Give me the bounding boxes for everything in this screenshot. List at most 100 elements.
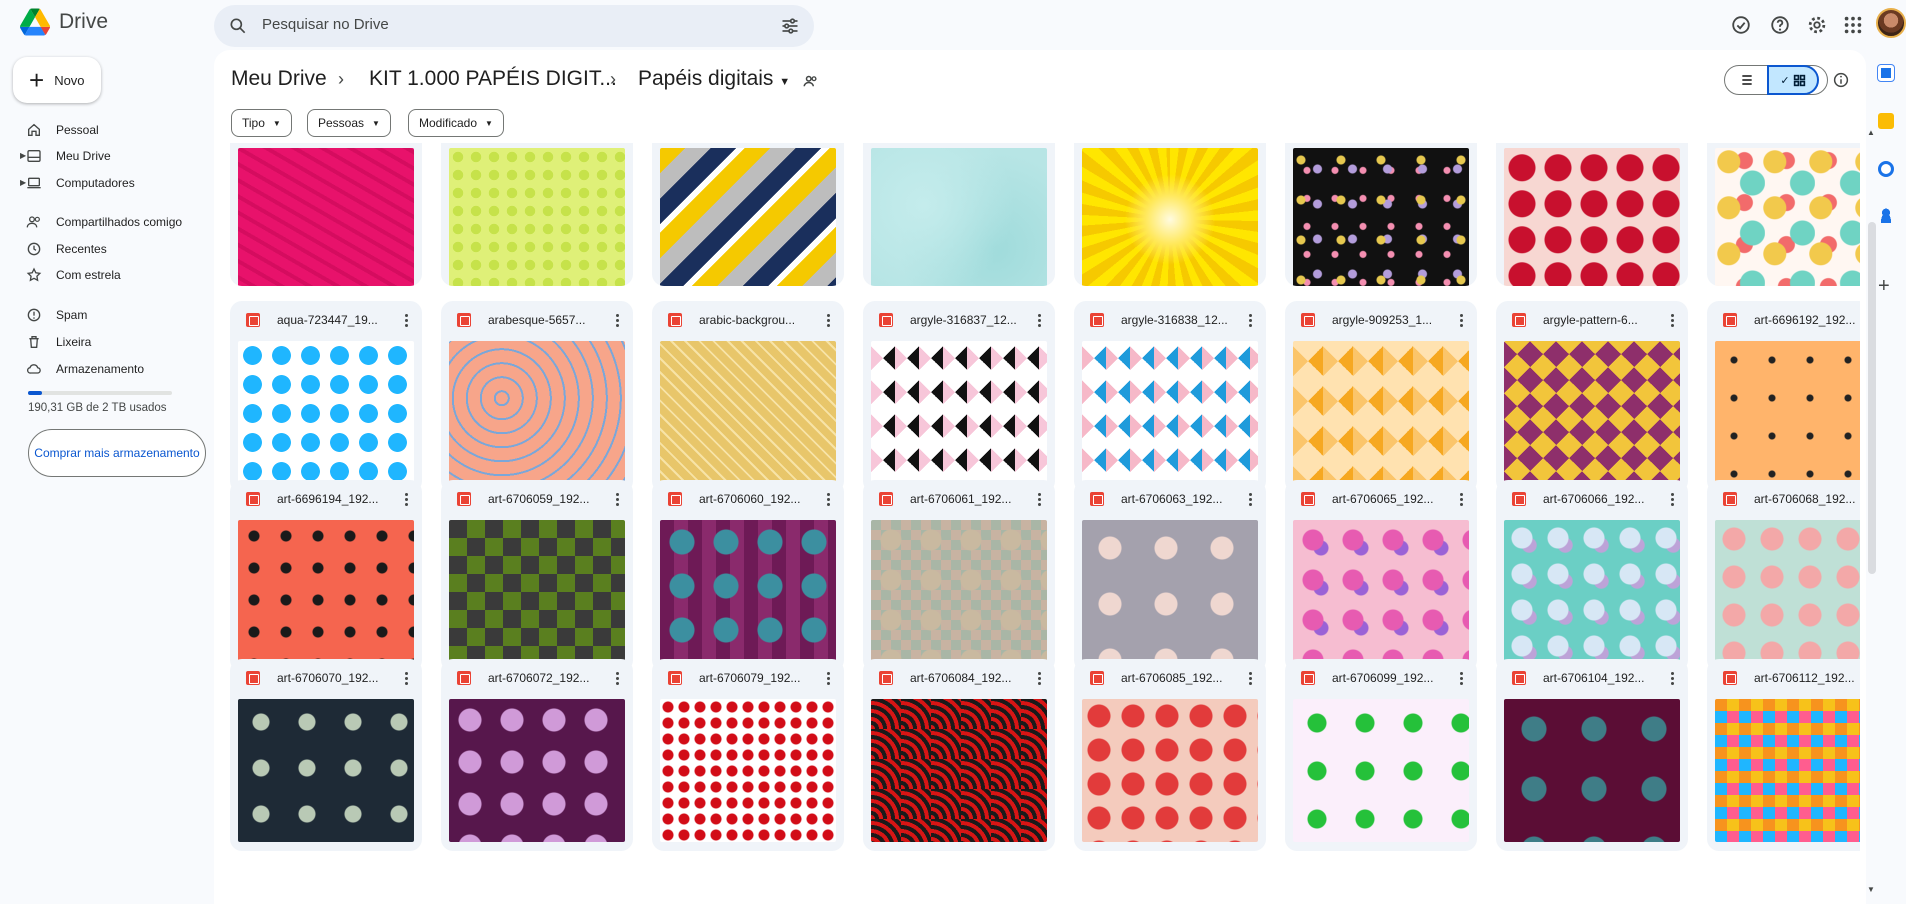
sidebar-item-pessoal[interactable]: Pessoal	[0, 117, 214, 143]
more-actions-icon[interactable]	[820, 309, 836, 331]
more-actions-icon[interactable]	[1453, 667, 1469, 689]
file-card[interactable]: art-6696194_192...	[230, 480, 422, 672]
file-thumbnail[interactable]	[238, 148, 414, 286]
more-actions-icon[interactable]	[1664, 488, 1680, 510]
file-name[interactable]: art-6706059_192...	[488, 492, 589, 506]
more-actions-icon[interactable]	[1031, 488, 1047, 510]
contacts-icon[interactable]	[1878, 207, 1894, 223]
scroll-up-icon[interactable]: ▲	[1867, 128, 1875, 137]
keep-icon[interactable]	[1878, 113, 1894, 129]
filter-chip-pessoas[interactable]: Pessoas ▼	[307, 109, 391, 137]
file-thumbnail[interactable]	[871, 341, 1047, 484]
file-name[interactable]: art-6706066_192...	[1543, 492, 1644, 506]
file-thumbnail[interactable]	[1293, 699, 1469, 842]
account-avatar[interactable]	[1876, 8, 1906, 38]
more-actions-icon[interactable]	[1242, 309, 1258, 331]
file-card[interactable]: argyle-316838_12...	[1074, 301, 1266, 493]
settings-gear-icon[interactable]	[1806, 14, 1828, 36]
file-card[interactable]	[1707, 143, 1860, 286]
file-thumbnail[interactable]	[449, 148, 625, 286]
file-thumbnail[interactable]	[1082, 699, 1258, 842]
file-card[interactable]: aqua-723447_19...	[230, 301, 422, 493]
info-icon[interactable]	[1832, 71, 1850, 89]
file-card[interactable]: art-6706112_192...	[1707, 659, 1860, 851]
more-actions-icon[interactable]	[820, 488, 836, 510]
tasks-icon[interactable]	[1878, 161, 1894, 177]
file-name[interactable]: art-6696192_192...	[1754, 313, 1855, 327]
breadcrumb-current[interactable]: Papéis digitais ▼	[638, 67, 790, 91]
file-thumbnail[interactable]	[1715, 520, 1860, 663]
buy-storage-button[interactable]: Comprar mais armazenamento	[28, 429, 206, 477]
file-card[interactable]: art-6706079_192...	[652, 659, 844, 851]
file-card[interactable]	[230, 143, 422, 286]
file-name[interactable]: art-6706099_192...	[1332, 671, 1433, 685]
file-name[interactable]: argyle-pattern-6...	[1543, 313, 1638, 327]
file-name[interactable]: aqua-723447_19...	[277, 313, 378, 327]
file-name[interactable]: art-6706070_192...	[277, 671, 378, 685]
scroll-down-icon[interactable]: ▼	[1867, 885, 1875, 894]
more-actions-icon[interactable]	[609, 667, 625, 689]
file-card[interactable]: art-6706072_192...	[441, 659, 633, 851]
more-actions-icon[interactable]	[1453, 309, 1469, 331]
sidebar-item-com-estrela[interactable]: Com estrela	[0, 262, 214, 288]
file-thumbnail[interactable]	[660, 520, 836, 663]
file-thumbnail[interactable]	[238, 699, 414, 842]
file-card[interactable]: art-6706059_192...	[441, 480, 633, 672]
more-actions-icon[interactable]	[1242, 488, 1258, 510]
file-card[interactable]: art-6706063_192...	[1074, 480, 1266, 672]
search-icon[interactable]	[228, 16, 248, 36]
sidebar-item-recentes[interactable]: Recentes	[0, 236, 214, 262]
file-name[interactable]: art-6706104_192...	[1543, 671, 1644, 685]
filter-chip-modificado[interactable]: Modificado ▼	[408, 109, 504, 137]
file-thumbnail[interactable]	[660, 341, 836, 484]
file-thumbnail[interactable]	[1504, 699, 1680, 842]
file-name[interactable]: art-6706072_192...	[488, 671, 589, 685]
file-card[interactable]	[1285, 143, 1477, 286]
file-card[interactable]: art-6706099_192...	[1285, 659, 1477, 851]
file-name[interactable]: arabesque-5657...	[488, 313, 585, 327]
file-card[interactable]	[863, 143, 1055, 286]
file-card[interactable]: argyle-pattern-6...	[1496, 301, 1688, 493]
sidebar-item-armazenamento[interactable]: Armazenamento	[0, 356, 214, 382]
more-actions-icon[interactable]	[1242, 667, 1258, 689]
file-card[interactable]: argyle-909253_1...	[1285, 301, 1477, 493]
more-actions-icon[interactable]	[1664, 667, 1680, 689]
file-name[interactable]: art-6696194_192...	[277, 492, 378, 506]
offline-status-icon[interactable]	[1730, 14, 1752, 36]
file-card[interactable]: art-6706066_192...	[1496, 480, 1688, 672]
file-name[interactable]: art-6706112_192...	[1754, 671, 1855, 685]
list-view-button[interactable]	[1725, 66, 1769, 94]
file-thumbnail[interactable]	[660, 699, 836, 842]
file-card[interactable]: art-6706061_192...	[863, 480, 1055, 672]
add-addon-icon[interactable]: +	[1878, 275, 1890, 298]
file-name[interactable]: art-6706068_192...	[1754, 492, 1855, 506]
file-thumbnail[interactable]	[1504, 520, 1680, 663]
file-thumbnail[interactable]	[238, 341, 414, 484]
file-card[interactable]: arabic-backgrou...	[652, 301, 844, 493]
file-thumbnail[interactable]	[1715, 148, 1860, 286]
file-thumbnail[interactable]	[1293, 520, 1469, 663]
file-card[interactable]: art-6706060_192...	[652, 480, 844, 672]
sidebar-item-computadores[interactable]: ▶ Computadores	[0, 170, 214, 196]
file-thumbnail[interactable]	[871, 699, 1047, 842]
file-card[interactable]: art-6706104_192...	[1496, 659, 1688, 851]
file-name[interactable]: argyle-909253_1...	[1332, 313, 1432, 327]
more-actions-icon[interactable]	[1664, 309, 1680, 331]
file-name[interactable]: art-6706084_192...	[910, 671, 1011, 685]
calendar-icon[interactable]	[1878, 65, 1894, 81]
file-name[interactable]: art-6706085_192...	[1121, 671, 1222, 685]
file-card[interactable]: art-6706084_192...	[863, 659, 1055, 851]
sidebar-item-lixeira[interactable]: Lixeira	[0, 329, 214, 355]
file-thumbnail[interactable]	[1504, 341, 1680, 484]
file-thumbnail[interactable]	[1293, 341, 1469, 484]
sidebar-item-meu-drive[interactable]: ▶ Meu Drive	[0, 143, 214, 169]
file-name[interactable]: art-6706079_192...	[699, 671, 800, 685]
file-card[interactable]: art-6706085_192...	[1074, 659, 1266, 851]
drive-logo[interactable]: Drive	[20, 7, 108, 37]
file-card[interactable]: art-6696192_192...	[1707, 301, 1860, 493]
shared-folder-people-icon[interactable]	[802, 72, 820, 90]
file-name[interactable]: art-6706060_192...	[699, 492, 800, 506]
more-actions-icon[interactable]	[609, 309, 625, 331]
more-actions-icon[interactable]	[609, 488, 625, 510]
file-thumbnail[interactable]	[1082, 341, 1258, 484]
